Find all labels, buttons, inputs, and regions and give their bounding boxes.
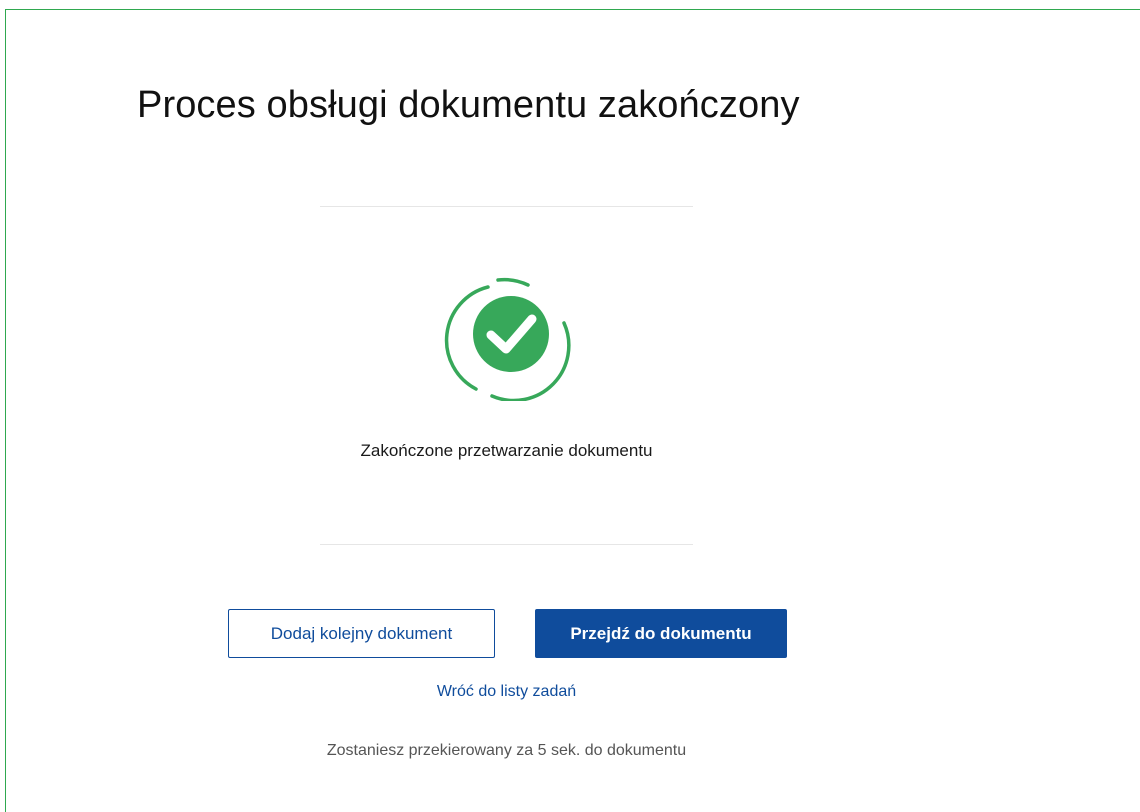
go-to-document-button[interactable]: Przejdź do dokumentu [535,609,787,658]
add-another-document-button[interactable]: Dodaj kolejny dokument [228,609,495,658]
bottom-divider [320,544,693,545]
redirect-notice: Zostaniesz przekierowany za 5 sek. do do… [326,742,687,759]
page: Proces obsługi dokumentu zakończony Zako… [0,0,1140,812]
top-divider [320,206,693,207]
back-to-task-list-link[interactable]: Wróć do listy zadań [0,683,1013,701]
check-circle-fill [473,296,549,372]
page-title: Proces obsługi dokumentu zakończony [137,84,800,126]
status-message: Zakończone przetwarzanie dokumentu [360,441,653,460]
ring-arc-top [496,277,530,287]
check-circle-icon [444,277,571,401]
